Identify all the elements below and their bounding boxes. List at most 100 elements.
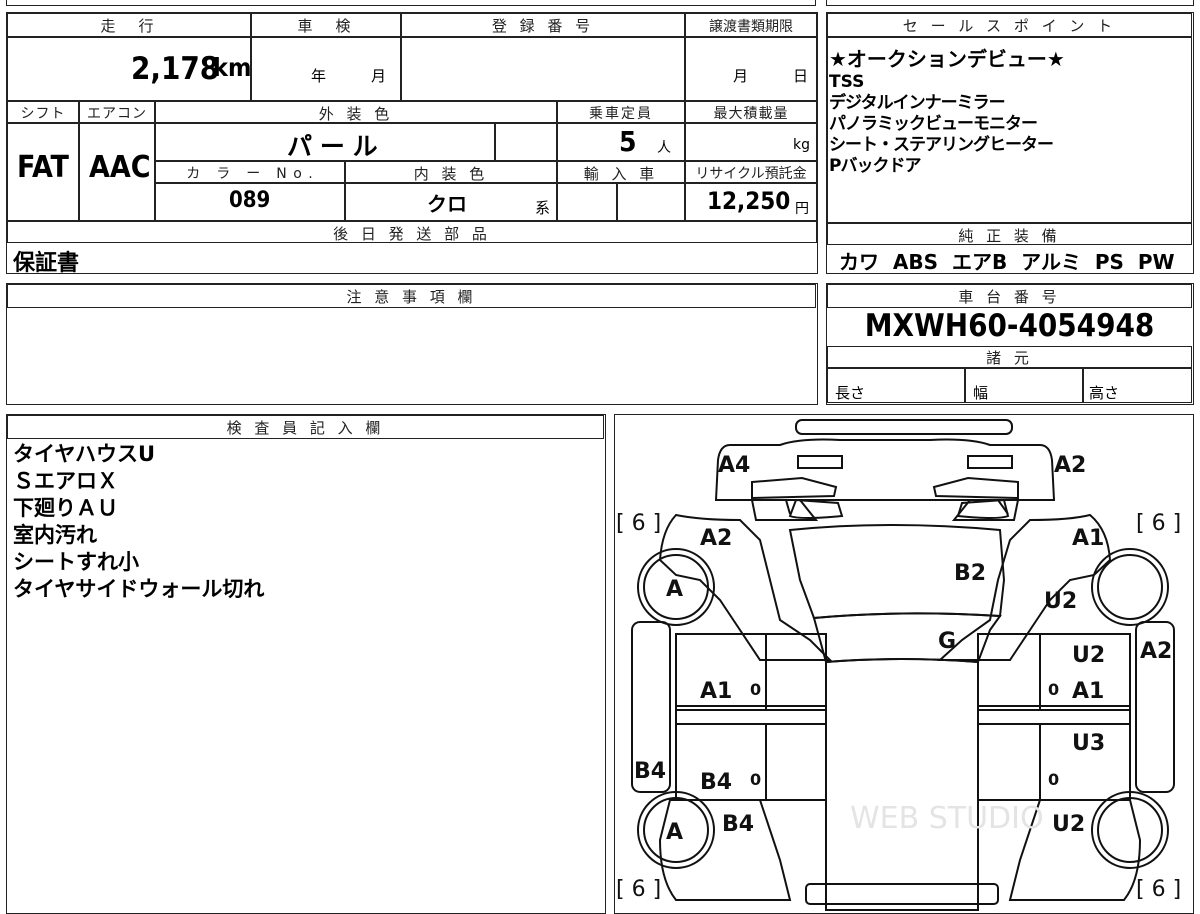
mark-a1-front-right: A1 [1072,526,1104,551]
car-diagram: WEB STUDIO A A [ 6 ] [ 6 ] [ 6 ] [ 6 ] 0… [616,418,1181,911]
inspector-note: タイヤハウスU [13,442,156,466]
mark-a1-door-left: A1 [700,679,732,704]
recycle-label: リサイクル預託金 [695,166,807,182]
color-no-label: カ ラ ー N o . [186,166,314,182]
width-label: 幅 [973,384,989,402]
height-label: 高さ [1089,384,1120,402]
vehicle-info-table: 走 行 車 検 登 録 番 号 譲渡書類期限 2,178 km 年 月 月 日 … [6,12,818,276]
sales-points-list: ★オークションデビュー★ TSS デジタルインナーミラー パノラミックビューモニ… [829,47,1065,177]
mark-u2-front-right: U2 [1044,589,1077,614]
max-load-label: 最大積載量 [713,106,789,122]
sales-point-line: シート・ステアリングヒーター [829,135,1054,155]
mark-a2-front-left: A2 [700,526,732,551]
front-panel [714,438,1055,501]
equipment-list: カワ ABS エアB アルミ PS PW [839,250,1175,274]
transfer-month: 月 [733,67,749,85]
chassis-label: 車 台 番 号 [958,288,1061,306]
zero-mark: 0 [1048,770,1059,789]
sales-point-line: パノラミックビューモニター [829,114,1038,134]
mark-a2-top: A2 [1054,453,1086,478]
mark-b4-rear-left: B4 [722,812,754,837]
capacity-value: 5 [619,125,637,158]
import-label: 輸 入 車 [583,165,659,183]
inspection-label: 車 検 [297,17,355,35]
inspector-label: 検 査 員 記 入 欄 [226,419,385,437]
tread-rear-right: [ 6 ] [1136,877,1181,902]
sales-point-line: TSS [829,72,865,92]
inspector-note: ＳエアロＸ [13,469,118,493]
chassis-number: MXWH60-4054948 [864,308,1155,344]
damage-diagram-panel: WEB STUDIO A A [ 6 ] [ 6 ] [ 6 ] [ 6 ] 0… [614,414,1194,914]
interior-color-label: 内 装 色 [413,165,489,183]
caution-label: 注 意 事 項 欄 [346,288,477,306]
transfer-day: 日 [793,67,809,85]
zero-mark: 0 [750,680,761,699]
exterior-color-label: 外 装 色 [318,105,394,123]
mark-a1-door-right: A1 [1072,679,1104,704]
mark-a4-top: A4 [718,453,750,478]
mark-u2-rear-right: U2 [1052,812,1085,837]
sales-point-line: Pバックドア [829,156,921,176]
tyre-front-left-mark: A [666,577,683,602]
color-no-value: 089 [229,188,271,213]
mileage-label: 走 行 [100,17,158,35]
inspector-note: シートすれ小 [13,550,139,574]
inspector-notes-list: タイヤハウスU ＳエアロＸ 下廻りＡＵ 室内汚れ シートすれ小 タイヤサイドウォ… [13,441,264,603]
recycle-fee-value: 12,250 [707,187,791,215]
transfer-deadline-label: 譲渡書類期限 [709,19,793,35]
inspection-month: 月 [371,67,387,85]
front-bumper-bar [794,418,1013,435]
rear-bumper-bar [804,882,999,905]
specs-label: 諸 元 [986,349,1033,367]
roof [812,611,1002,663]
sales-points-label: セ ー ル ス ポ イ ン ト [902,17,1117,35]
mileage-unit: km [213,53,252,82]
watermark: WEB STUDIO [850,801,1044,836]
inspector-note: 下廻りＡＵ [13,496,118,520]
tread-front-left: [ 6 ] [616,511,661,536]
caution-panel: 注 意 事 項 欄 [6,283,818,405]
cabin [824,657,979,911]
sales-point-line: デジタルインナーミラー [829,93,1006,113]
capacity-label: 乗車定員 [589,106,653,122]
shift-value: FAT [17,150,69,185]
recycle-fee-unit: 円 [795,201,809,217]
zero-mark: 0 [750,770,761,789]
registration-label: 登 録 番 号 [491,17,595,35]
inspector-note: 室内汚れ [13,523,97,547]
tyre-rear-left-mark: A [666,820,683,845]
mark-u2-side-right: U2 [1072,643,1105,668]
aircon-label: エアコン [87,106,147,122]
mark-a2-side-right: A2 [1140,639,1172,664]
mark-g-glass: G [938,629,956,654]
exterior-color-value: パ ー ル [287,132,378,161]
registration-number-value [401,37,685,101]
inspection-year: 年 [311,67,327,85]
mileage-value: 2,178 [131,51,220,87]
inspector-note: タイヤサイドウォール切れ [13,577,265,601]
tread-front-right: [ 6 ] [1136,511,1181,536]
zero-mark: 0 [1048,680,1059,699]
sales-points-panel: セ ー ル ス ポ イ ン ト ★オークションデビュー★ TSS デジタルインナ… [826,12,1194,274]
later-parts-value: 保証書 [13,251,80,276]
tyre-front-right [1090,547,1169,626]
max-load-unit: kg [793,137,810,153]
mark-u3-door-right: U3 [1072,731,1105,756]
mark-b2-windshield: B2 [954,561,986,586]
mark-b4-side-left: B4 [634,759,666,784]
sales-point-line: ★オークションデビュー★ [829,47,1065,71]
mark-b4-door-left: B4 [700,770,732,795]
top-edge-strip [0,0,1200,8]
equipment-label: 純 正 装 備 [958,227,1061,245]
chassis-panel: 車 台 番 号 MXWH60-4054948 諸 元 長さ 幅 高さ [826,283,1194,405]
interior-color-value: クロ [427,192,467,216]
later-parts-label: 後 日 発 送 部 品 [333,225,491,243]
capacity-unit: 人 [657,140,671,156]
inspector-notes-panel: 検 査 員 記 入 欄 タイヤハウスU ＳエアロＸ 下廻りＡＵ 室内汚れ シート… [6,414,606,914]
front-left-fender [658,513,832,661]
interior-color-suffix: 系 [535,199,551,217]
length-label: 長さ [835,384,866,402]
shift-label: シフト [20,106,66,122]
aircon-value: AAC [89,150,151,185]
tread-rear-left: [ 6 ] [616,877,661,902]
